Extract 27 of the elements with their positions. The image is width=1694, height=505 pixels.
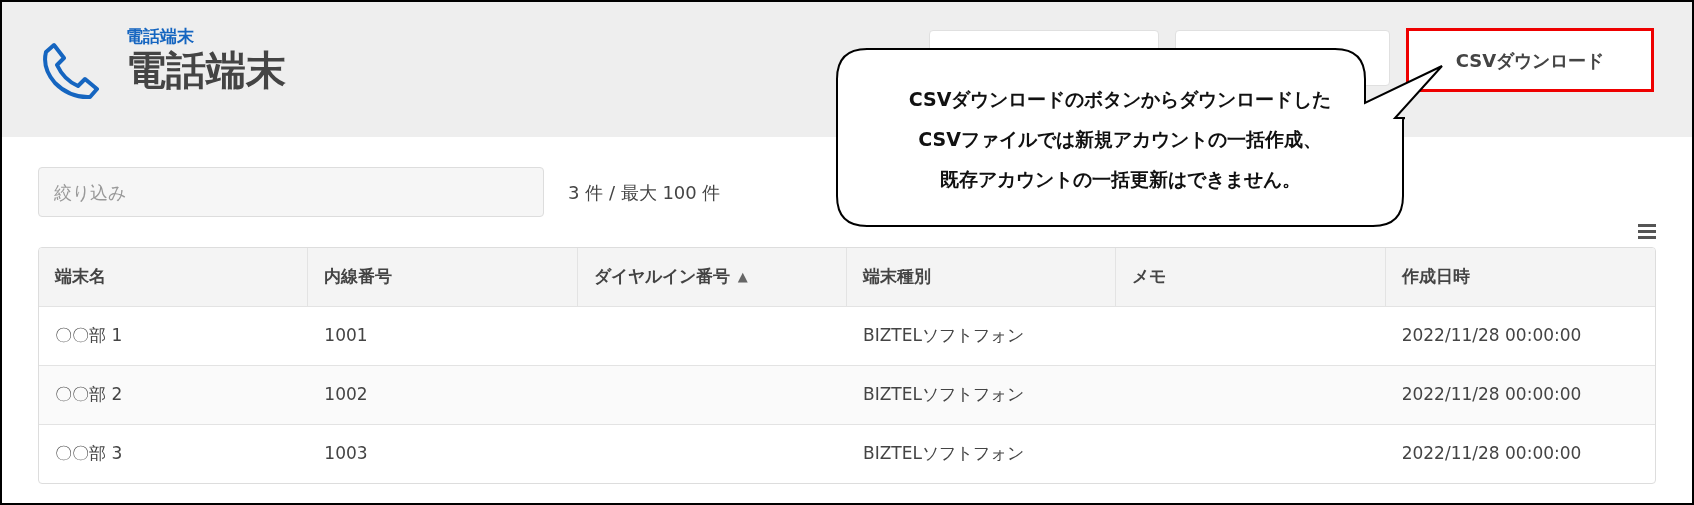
table-cell-text: 1001 [324, 324, 368, 348]
table-cell-text: 〇〇部 2 [55, 383, 123, 407]
column-header[interactable]: 端末名 [55, 264, 106, 290]
phone-icon [40, 40, 102, 102]
column-header[interactable]: メモ [1132, 264, 1167, 290]
column-header[interactable]: 端末種別 [863, 264, 931, 290]
table-cell-text: 〇〇部 3 [55, 442, 123, 466]
table-cell-text: 1002 [324, 383, 368, 407]
result-count: 3 件 / 最大 100 件 [568, 180, 721, 205]
table-cell-text: 〇〇部 1 [55, 324, 123, 348]
column-header[interactable]: 内線番号 [324, 264, 393, 290]
table-cell-text: 1003 [324, 442, 368, 466]
filter-field[interactable]: 絞り込み [38, 167, 544, 217]
table-cell-text: 2022/11/28 00:00:00 [1401, 324, 1582, 348]
table-cell-text: BIZTELソフトフォン [863, 383, 1024, 407]
column-header[interactable]: ダイヤルイン番号 [593, 264, 730, 290]
table-cell-text: 2022/11/28 00:00:00 [1401, 442, 1582, 466]
column-header[interactable]: 作成日時 [1401, 264, 1470, 290]
page-title: 電話端末 [126, 46, 286, 95]
table-cell-text: 2022/11/28 00:00:00 [1401, 383, 1582, 407]
table-cell-text: BIZTELソフトフォン [863, 442, 1024, 466]
menu-icon[interactable] [1638, 223, 1656, 239]
table-cell-text: BIZTELソフトフォン [863, 324, 1024, 348]
callout-text: CSVダウンロードのボタンからダウンロードした CSVファイルでは新規アカウントの一括作成、 既存アカウントの一括更新はできません。 [908, 87, 1332, 192]
csv-download-button[interactable]: CSVダウンロード [1406, 28, 1654, 92]
page-subtitle: 電話端末 [126, 26, 195, 47]
sort-icon[interactable]: ▲ [737, 267, 748, 287]
